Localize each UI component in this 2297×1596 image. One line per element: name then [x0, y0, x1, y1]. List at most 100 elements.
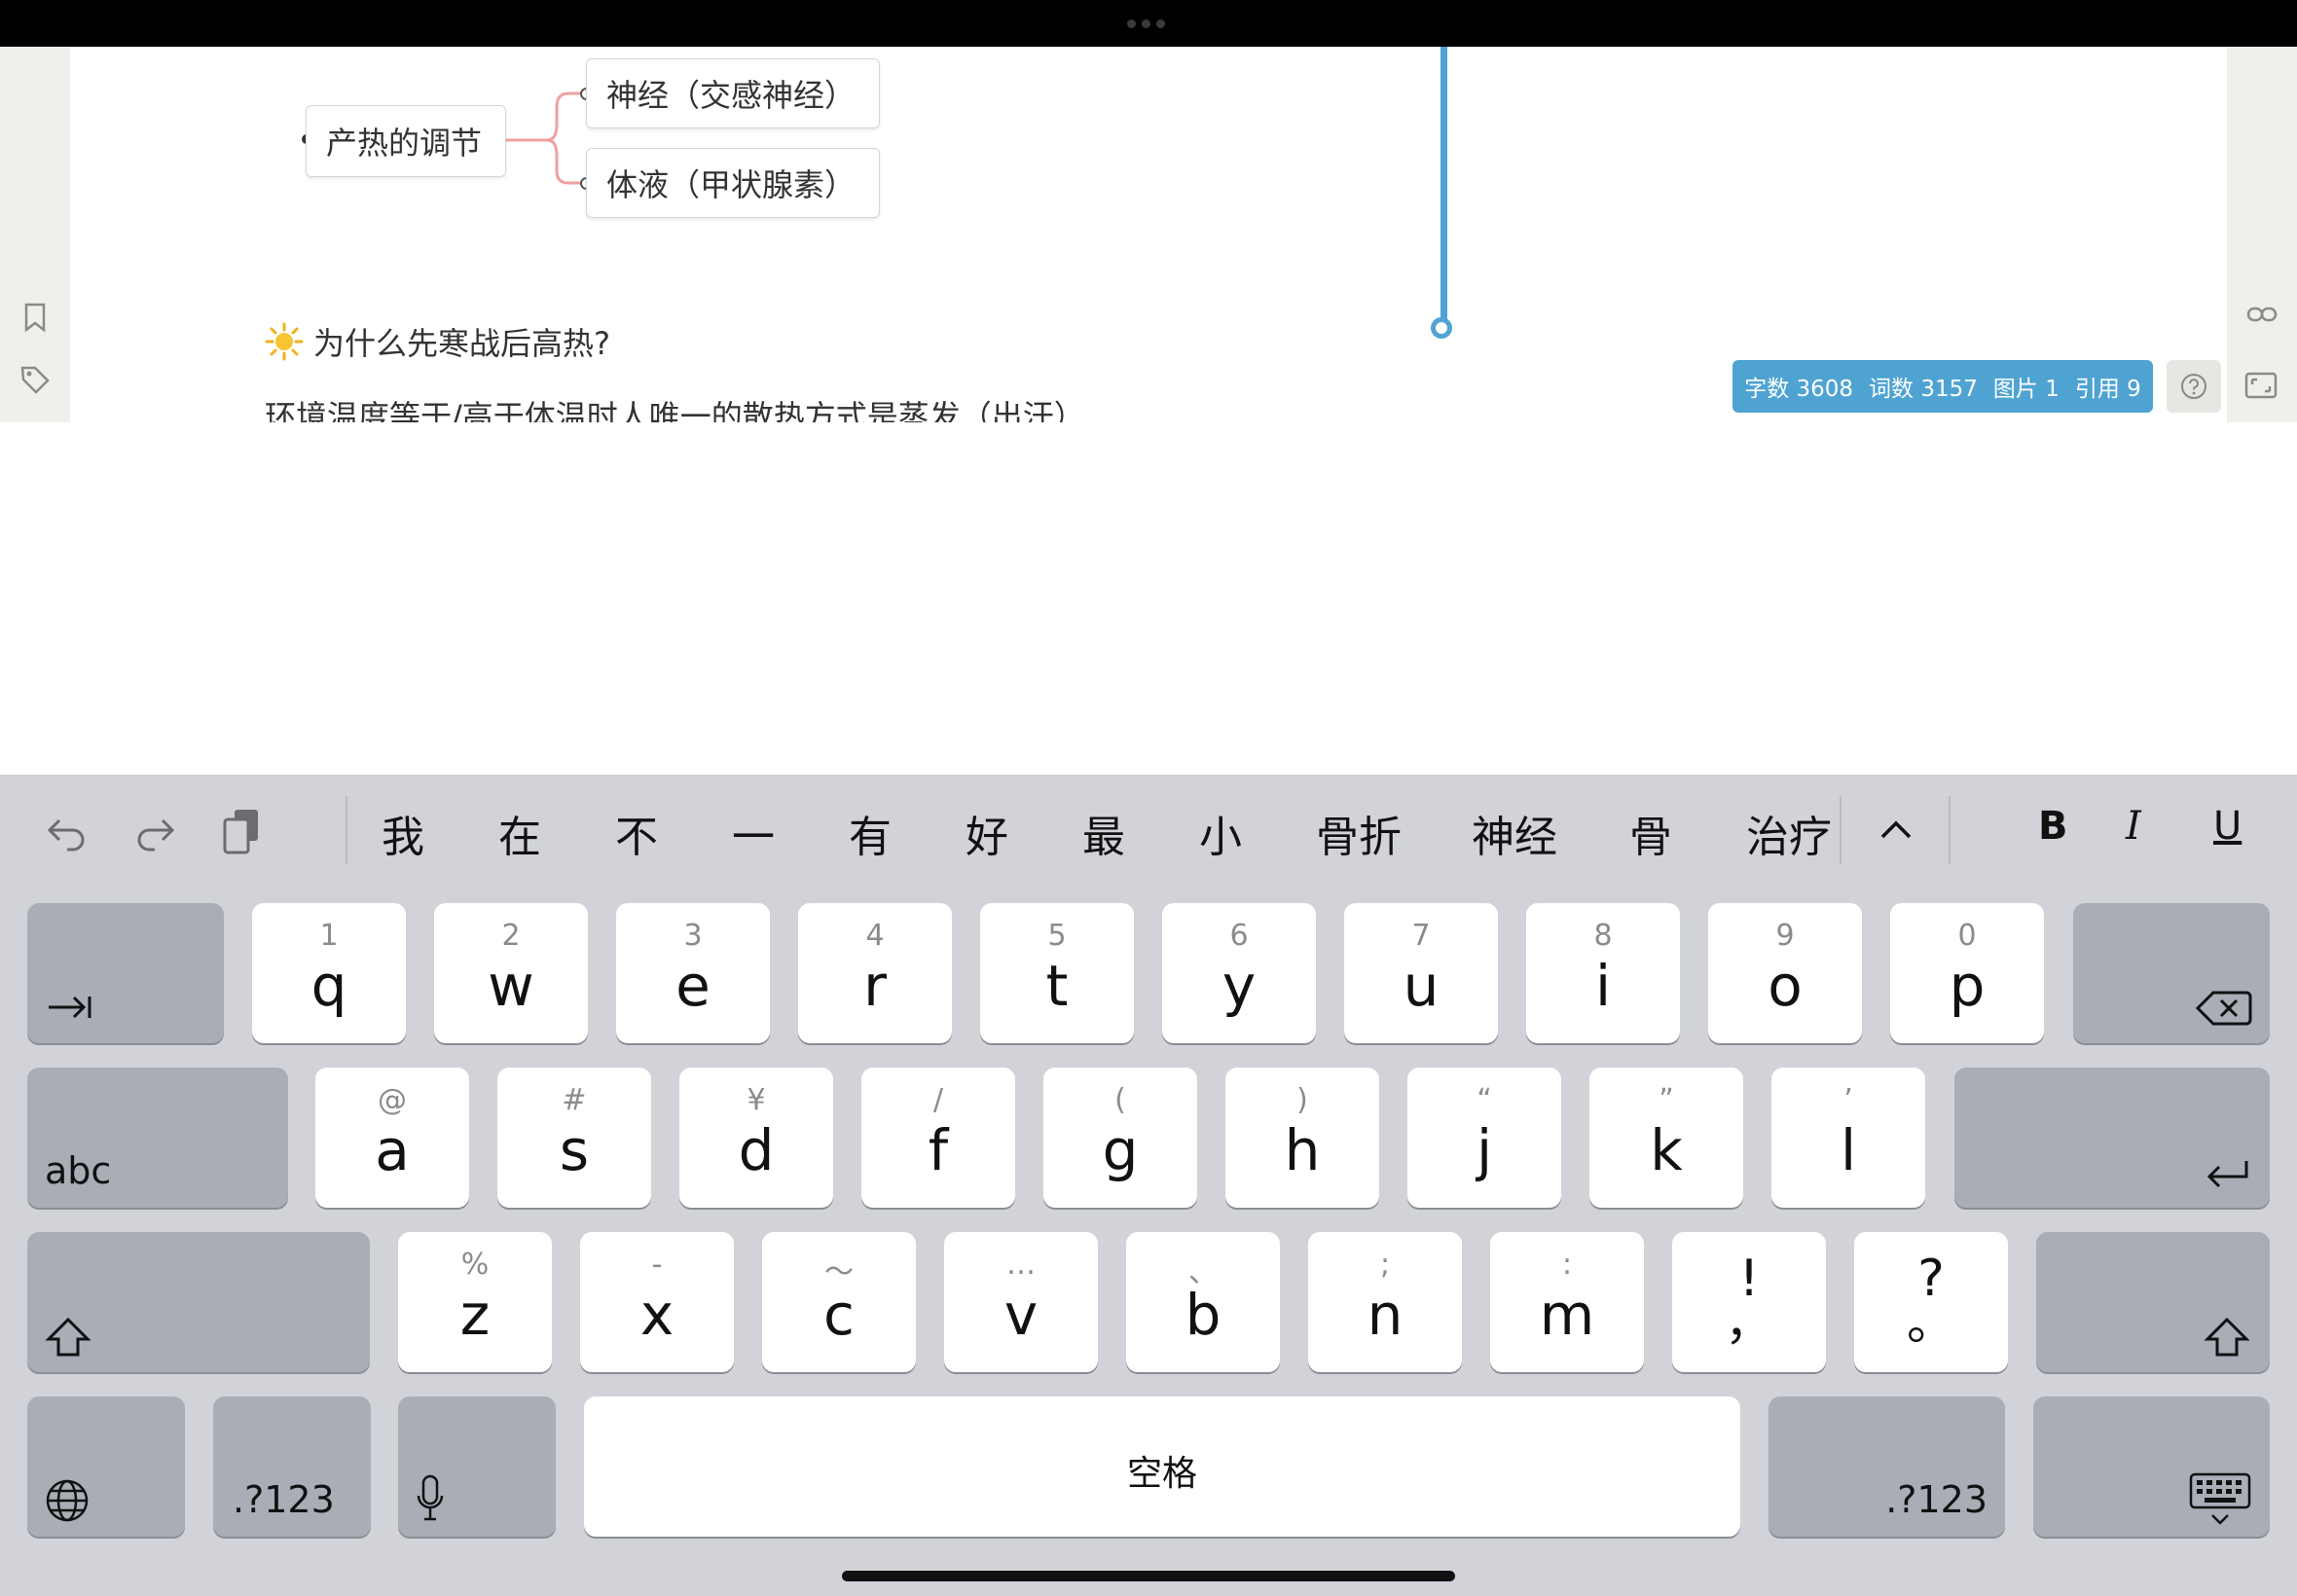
word-count: 词数 3157 — [1869, 377, 1978, 402]
globe-icon — [46, 1479, 89, 1522]
multitasking-handle[interactable] — [1127, 19, 1170, 29]
home-indicator[interactable] — [842, 1571, 1455, 1581]
numbers-key-left[interactable]: .?123 — [213, 1396, 371, 1537]
key-hint: 4 — [865, 919, 885, 953]
key-label: q — [310, 953, 347, 1019]
key-period[interactable]: ?。 — [1854, 1232, 2008, 1372]
key-label: b — [1185, 1282, 1221, 1348]
mindmap-child-node[interactable]: 体液（甲状腺素） — [586, 148, 880, 218]
key-i[interactable]: 8i — [1526, 903, 1680, 1043]
key-l[interactable]: ’ l — [1771, 1068, 1925, 1208]
key-t[interactable]: 5t — [980, 903, 1134, 1043]
editor-area[interactable]: 产热的调节 神经（交感神经） 体液（甲状腺素） 为什么先寒战后高热? 环境温度等… — [70, 47, 2227, 422]
candidate-word[interactable]: 在 — [498, 802, 541, 864]
key-label: j — [1476, 1117, 1493, 1183]
key-label: x — [639, 1282, 675, 1348]
candidate-word[interactable]: 骨 — [1629, 802, 1672, 864]
key-o[interactable]: 9o — [1708, 903, 1862, 1043]
key-hint: - — [651, 1248, 663, 1282]
link-icon[interactable] — [2246, 304, 2278, 329]
key-comma[interactable]: !， — [1672, 1232, 1826, 1372]
paragraph-text[interactable]: 环境温度等于/高于体温时人唯一的散热方式是蒸发（出汗） — [265, 392, 1085, 422]
hide-keyboard-key[interactable] — [2033, 1396, 2270, 1537]
abc-key[interactable]: abc — [27, 1068, 288, 1208]
key-p[interactable]: 0p — [1890, 903, 2044, 1043]
mindmap-child-node[interactable]: 神经（交感神经） — [586, 58, 880, 128]
key-label: 。 — [1907, 1294, 1955, 1351]
sun-icon — [265, 322, 304, 361]
redo-icon[interactable] — [130, 808, 179, 856]
key-z[interactable]: % z — [398, 1232, 552, 1372]
section-heading[interactable]: 为什么先寒战后高热? — [265, 319, 610, 364]
italic-button[interactable]: I — [2126, 804, 2141, 849]
key-g[interactable]: (g — [1043, 1068, 1197, 1208]
candidate-word[interactable]: 一 — [732, 802, 775, 864]
bold-button[interactable]: B — [2038, 804, 2068, 849]
key-h[interactable]: ) h — [1225, 1068, 1379, 1208]
candidate-word[interactable]: 有 — [849, 802, 892, 864]
numbers-label: .?123 — [1885, 1478, 1987, 1521]
shift-key-right[interactable] — [2036, 1232, 2270, 1372]
numbers-key-right[interactable]: .?123 — [1768, 1396, 2005, 1537]
dictation-key[interactable] — [398, 1396, 556, 1537]
key-label: v — [1003, 1282, 1039, 1348]
tag-icon[interactable] — [19, 364, 51, 399]
abc-label: abc — [45, 1149, 112, 1192]
key-c[interactable]: ～ c — [762, 1232, 916, 1372]
help-button[interactable] — [2167, 360, 2221, 413]
chevron-up-icon[interactable] — [1877, 810, 1915, 849]
question-icon — [2181, 374, 2206, 399]
return-key[interactable] — [1954, 1068, 2270, 1208]
key-label: r — [863, 953, 887, 1019]
key-hint: % — [460, 1248, 490, 1282]
mindmap-root-node[interactable]: 产热的调节 — [306, 105, 506, 177]
key-f[interactable]: / f — [861, 1068, 1015, 1208]
key-x[interactable]: -x — [580, 1232, 734, 1372]
shift-key-left[interactable] — [27, 1232, 370, 1372]
return-icon — [2206, 1161, 2248, 1188]
key-w[interactable]: 2w — [434, 903, 588, 1043]
key-d[interactable]: ¥ d — [679, 1068, 833, 1208]
key-y[interactable]: 6y — [1162, 903, 1316, 1043]
key-label: a — [375, 1117, 410, 1183]
key-s[interactable]: # s — [497, 1068, 651, 1208]
key-hint: “ — [1477, 1083, 1492, 1117]
undo-icon[interactable] — [43, 808, 91, 856]
candidate-word[interactable]: 不 — [615, 802, 658, 864]
candidate-word[interactable]: 我 — [382, 802, 424, 864]
paste-icon[interactable] — [218, 804, 267, 858]
key-k[interactable]: ” k — [1589, 1068, 1743, 1208]
key-b[interactable]: 、 b — [1126, 1232, 1280, 1372]
key-r[interactable]: 4r — [798, 903, 952, 1043]
candidate-word[interactable]: 最 — [1082, 802, 1125, 864]
key-label: w — [488, 953, 534, 1019]
space-key[interactable]: 空格 — [584, 1396, 1740, 1537]
key-label: d — [738, 1117, 775, 1183]
key-hint: ; — [1379, 1248, 1391, 1282]
key-v[interactable]: … v — [944, 1232, 1098, 1372]
key-e[interactable]: 3e — [616, 903, 770, 1043]
key-m[interactable]: :m — [1490, 1232, 1644, 1372]
candidate-word[interactable]: 治疗 — [1746, 802, 1832, 864]
key-n[interactable]: ; n — [1308, 1232, 1462, 1372]
left-sidebar — [0, 47, 70, 422]
key-label: ， — [1725, 1294, 1773, 1351]
bookmark-icon[interactable] — [21, 302, 49, 337]
focus-mode-icon[interactable] — [2244, 372, 2278, 403]
key-label: n — [1367, 1282, 1404, 1348]
candidate-word[interactable]: 小 — [1199, 802, 1242, 864]
key-j[interactable]: “j — [1407, 1068, 1561, 1208]
candidate-word[interactable]: 骨折 — [1316, 802, 1402, 864]
scroll-handle[interactable] — [1431, 317, 1452, 339]
key-hint: : — [1561, 1248, 1573, 1282]
key-hint: … — [1006, 1248, 1036, 1282]
globe-key[interactable] — [27, 1396, 185, 1537]
underline-button[interactable]: U — [2213, 804, 2242, 849]
key-u[interactable]: 7u — [1344, 903, 1498, 1043]
candidate-word[interactable]: 神经 — [1472, 802, 1557, 864]
tab-key[interactable] — [27, 903, 224, 1043]
key-q[interactable]: 1q — [252, 903, 406, 1043]
candidate-word[interactable]: 好 — [966, 802, 1008, 864]
key-a[interactable]: @ a — [315, 1068, 469, 1208]
delete-key[interactable] — [2073, 903, 2270, 1043]
